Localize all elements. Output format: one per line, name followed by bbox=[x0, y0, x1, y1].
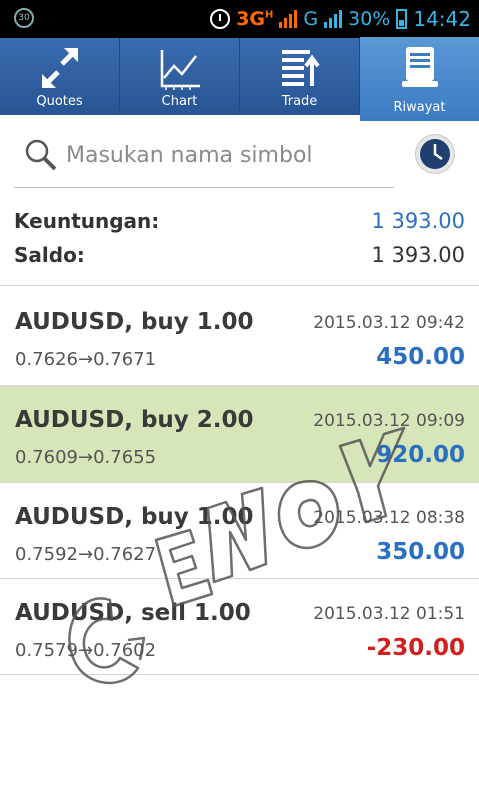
profit-row: Keuntungan: 1 393.00 bbox=[0, 205, 479, 239]
trade-title: AUDUSD, buy 1.00 bbox=[15, 504, 254, 530]
trade-profit: 350.00 bbox=[376, 539, 465, 565]
trade-prices: 0.7626→0.7671 bbox=[15, 349, 157, 370]
trade-time: 2015.03.12 01:51 bbox=[313, 604, 465, 624]
chart-line-icon bbox=[160, 50, 200, 90]
signal-strength-icon bbox=[279, 10, 298, 28]
tab-trade[interactable]: Trade bbox=[240, 38, 360, 115]
trade-prices: 0.7579→0.7602 bbox=[15, 640, 157, 661]
divider bbox=[0, 674, 479, 675]
status-bar: 30 3GH G 30% 14:42 bbox=[0, 0, 479, 38]
trade-prices: 0.7609→0.7655 bbox=[15, 447, 157, 468]
account-summary: Keuntungan: 1 393.00 Saldo: 1 393.00 bbox=[0, 205, 479, 273]
balance-row: Saldo: 1 393.00 bbox=[0, 239, 479, 273]
trade-list-icon bbox=[281, 50, 320, 86]
trade-prices: 0.7592→0.7627 bbox=[15, 544, 157, 565]
balance-value: 1 393.00 bbox=[371, 243, 465, 267]
tab-quotes[interactable]: Quotes bbox=[0, 38, 120, 115]
network-type-2: G bbox=[303, 8, 319, 30]
trade-row[interactable]: AUDUSD, sell 1.00 2015.03.12 01:51 0.757… bbox=[0, 579, 479, 675]
search-icon bbox=[25, 139, 57, 171]
trade-time: 2015.03.12 08:38 bbox=[313, 508, 465, 528]
trade-row[interactable]: AUDUSD, buy 2.00 2015.03.12 09:09 0.7609… bbox=[0, 386, 479, 482]
tab-label: Quotes bbox=[36, 94, 83, 109]
search-bar bbox=[14, 132, 394, 188]
tab-label: Trade bbox=[281, 94, 318, 109]
divider bbox=[0, 285, 479, 286]
trade-title: AUDUSD, sell 1.00 bbox=[15, 600, 251, 626]
tab-riwayat[interactable]: Riwayat bbox=[360, 37, 479, 121]
trade-profit: 450.00 bbox=[376, 344, 465, 370]
history-terminal-icon bbox=[401, 47, 438, 87]
search-input[interactable] bbox=[66, 138, 386, 172]
tab-label: Chart bbox=[161, 94, 198, 109]
trade-profit: 920.00 bbox=[376, 442, 465, 468]
trade-time: 2015.03.12 09:09 bbox=[313, 411, 465, 431]
network-type: 3GH bbox=[236, 8, 274, 30]
profit-label: Keuntungan: bbox=[14, 209, 160, 233]
trade-profit: -230.00 bbox=[366, 635, 465, 661]
balance-label: Saldo: bbox=[14, 243, 85, 267]
battery-percent: 30% bbox=[348, 8, 391, 30]
quotes-arrows-icon bbox=[41, 48, 78, 88]
trade-title: AUDUSD, buy 1.00 bbox=[15, 309, 254, 335]
tab-bar: Quotes Chart Trade Riwayat bbox=[0, 37, 479, 121]
alarm-clock-icon bbox=[210, 9, 231, 29]
notification-badge-icon: 30 bbox=[14, 8, 34, 28]
tab-chart[interactable]: Chart bbox=[120, 38, 240, 115]
status-indicators: 3GH G 30% 14:42 bbox=[210, 5, 471, 33]
trade-row[interactable]: AUDUSD, buy 1.00 2015.03.12 08:38 0.7592… bbox=[0, 483, 479, 579]
trade-row[interactable]: AUDUSD, buy 1.00 2015.03.12 09:42 0.7626… bbox=[0, 288, 479, 384]
history-period-clock-icon[interactable] bbox=[415, 134, 455, 174]
profit-value: 1 393.00 bbox=[371, 209, 465, 233]
battery-icon bbox=[396, 9, 408, 29]
clock-time: 14:42 bbox=[413, 7, 471, 31]
tab-label: Riwayat bbox=[393, 100, 446, 115]
trade-title: AUDUSD, buy 2.00 bbox=[15, 407, 254, 433]
signal-strength-2-icon bbox=[324, 10, 343, 28]
trade-time: 2015.03.12 09:42 bbox=[313, 313, 465, 333]
